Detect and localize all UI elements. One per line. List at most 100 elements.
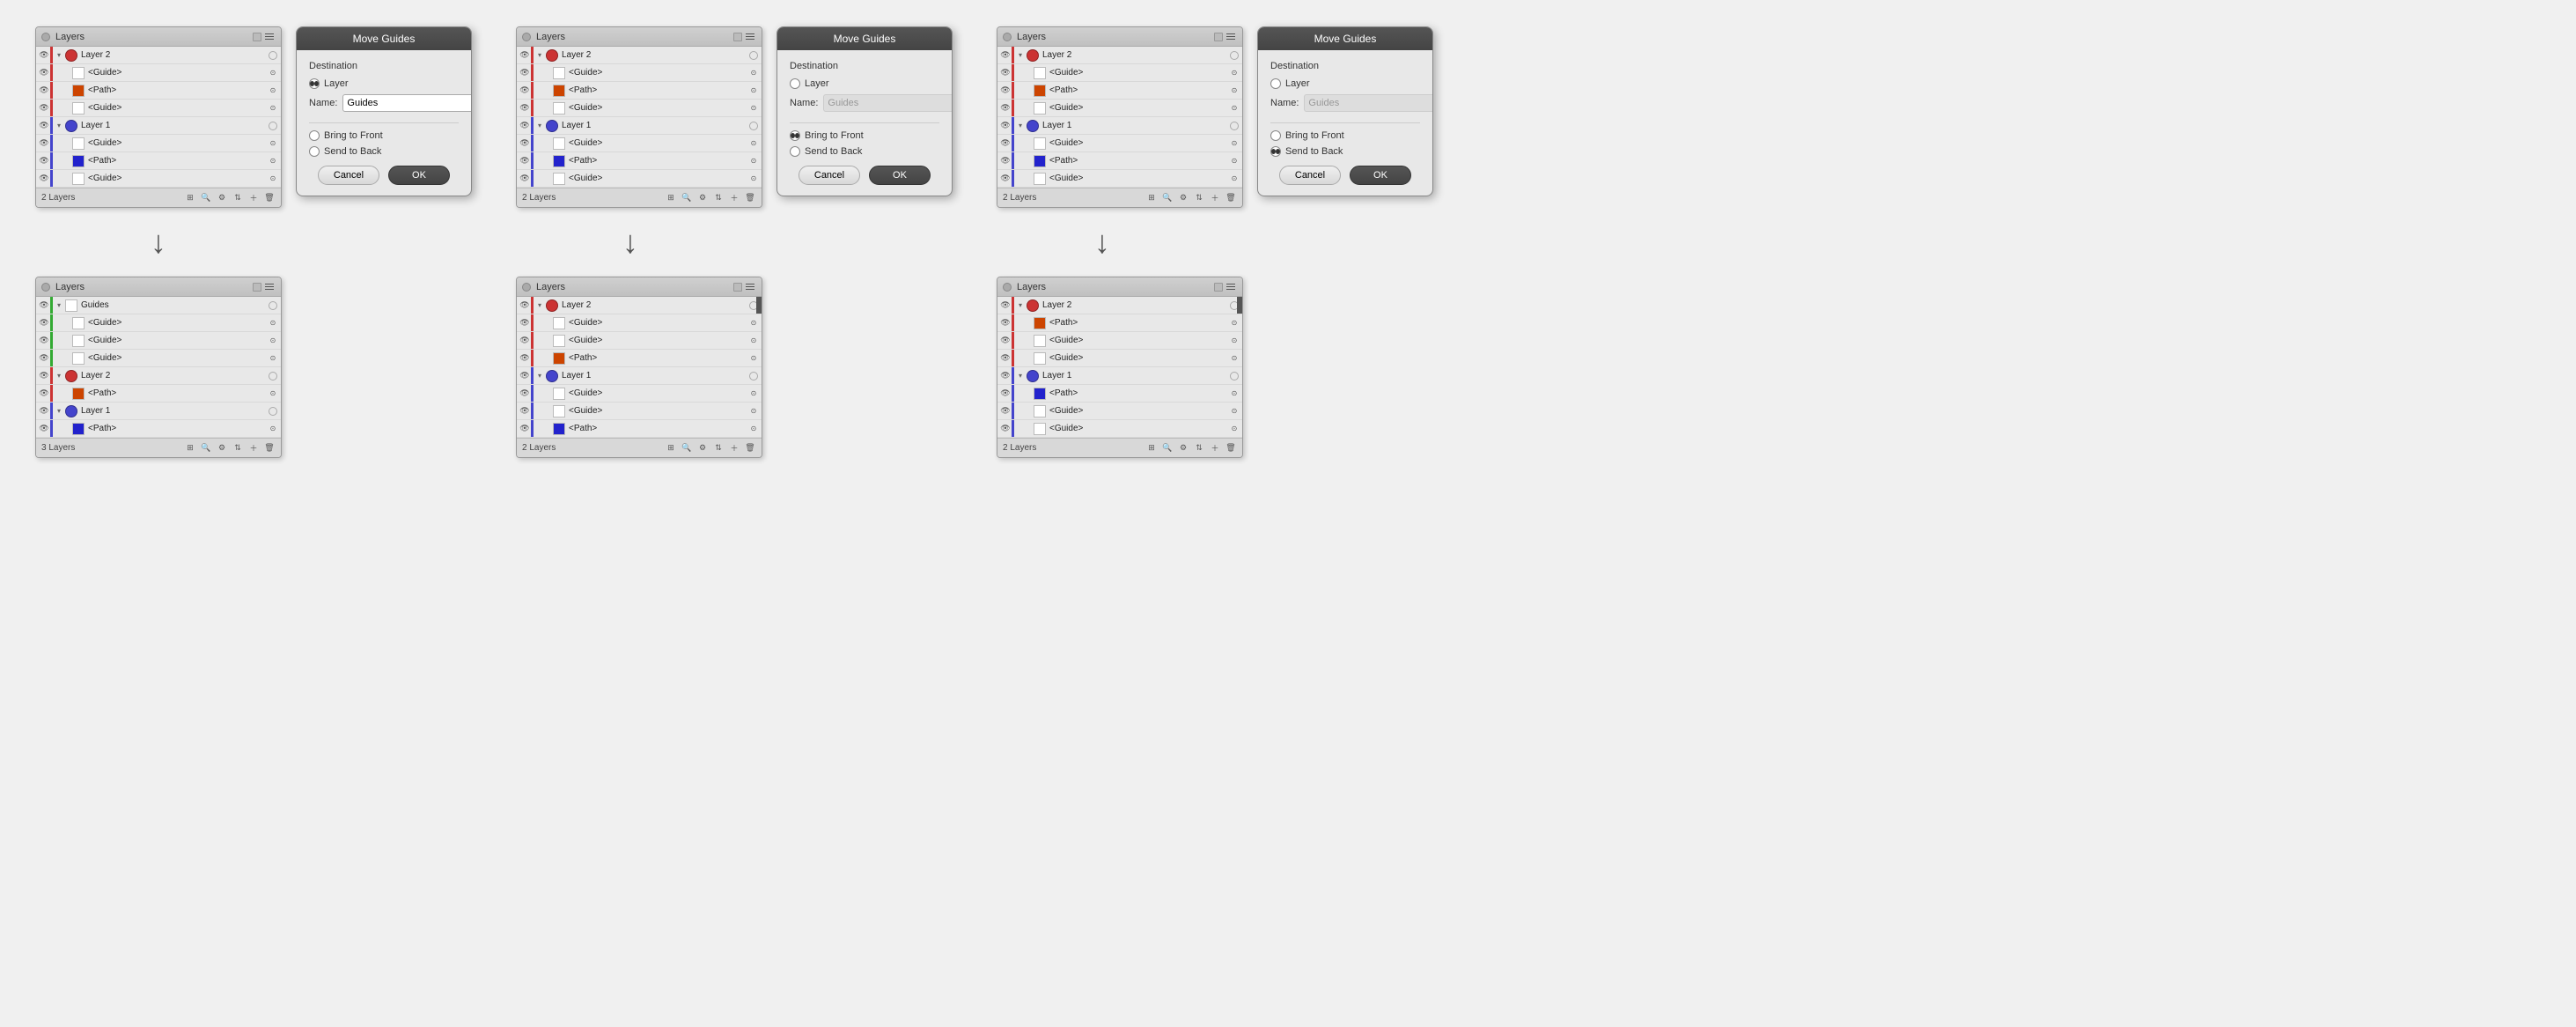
layer-row[interactable]: 👁 ▾ Layer 2 <box>36 47 281 64</box>
eye-icon[interactable]: 👁 <box>999 173 1012 185</box>
layer-row[interactable]: 👁 ▾ Layer 2 <box>36 367 281 385</box>
layer-row[interactable]: 👁 ▾ Layer 2 <box>997 297 1242 314</box>
eye-icon[interactable]: 👁 <box>38 85 50 97</box>
ok-button[interactable]: OK <box>1350 166 1411 185</box>
layer-row[interactable]: 👁 <Guide> ⊙ <box>36 170 281 188</box>
send-back-row[interactable]: Send to Back <box>1270 146 1420 157</box>
new-layer-icon[interactable]: ⊞ <box>665 442 677 454</box>
layer-row[interactable]: 👁 <Guide> ⊙ <box>997 350 1242 367</box>
options-icon[interactable]: ⚙ <box>1177 442 1189 454</box>
delete-icon[interactable]: 🗑 <box>1225 192 1237 204</box>
eye-icon[interactable]: 👁 <box>38 137 50 150</box>
menu-icon[interactable] <box>263 33 276 41</box>
collapse-arrow[interactable]: ▾ <box>55 301 63 310</box>
layer-row[interactable]: 👁 ▾ Layer 1 <box>997 117 1242 135</box>
search-icon[interactable]: 🔍 <box>681 192 693 204</box>
new-layer-icon[interactable]: ⊞ <box>184 442 196 454</box>
add-icon[interactable]: ＋ <box>1209 192 1221 204</box>
eye-icon[interactable]: 👁 <box>38 370 50 382</box>
bring-front-row[interactable]: Bring to Front <box>1270 130 1420 141</box>
collapse-arrow[interactable]: ▾ <box>1016 122 1025 130</box>
layer-row[interactable]: 👁 ▾ Guides <box>36 297 281 314</box>
layer-row[interactable]: 👁 <Guide> ⊙ <box>517 314 762 332</box>
eye-icon[interactable]: 👁 <box>999 317 1012 329</box>
close-button[interactable] <box>1003 283 1012 292</box>
collapse-arrow[interactable]: ▾ <box>535 122 544 130</box>
layer-row[interactable]: 👁 <Path> ⊙ <box>36 385 281 403</box>
eye-icon[interactable]: 👁 <box>999 388 1012 400</box>
eye-icon[interactable]: 👁 <box>519 423 531 435</box>
search-icon[interactable]: 🔍 <box>200 192 212 204</box>
layer-row[interactable]: 👁 <Path> ⊙ <box>517 420 762 438</box>
add-icon[interactable]: ＋ <box>728 192 740 204</box>
eye-icon[interactable]: 👁 <box>519 155 531 167</box>
layer-radio-row[interactable]: Layer <box>1270 78 1420 89</box>
search-icon[interactable]: 🔍 <box>200 442 212 454</box>
eye-icon[interactable]: 👁 <box>999 352 1012 365</box>
eye-icon[interactable]: 👁 <box>999 370 1012 382</box>
eye-icon[interactable]: 👁 <box>519 405 531 417</box>
eye-icon[interactable]: 👁 <box>519 173 531 185</box>
layer-row[interactable]: 👁 <Guide> ⊙ <box>517 64 762 82</box>
eye-icon[interactable]: 👁 <box>519 335 531 347</box>
layer-row[interactable]: 👁 <Path> ⊙ <box>517 350 762 367</box>
close-button[interactable] <box>522 283 531 292</box>
close-button[interactable] <box>41 283 50 292</box>
send-back-row[interactable]: Send to Back <box>790 146 939 157</box>
menu-icon[interactable] <box>1225 33 1237 41</box>
search-icon[interactable]: 🔍 <box>1161 192 1174 204</box>
layer-row[interactable]: 👁 <Guide> ⊙ <box>997 135 1242 152</box>
resize-button[interactable] <box>253 33 261 41</box>
eye-icon[interactable]: 👁 <box>38 388 50 400</box>
layer-row[interactable]: 👁 <Guide> ⊙ <box>997 100 1242 117</box>
delete-icon[interactable]: 🗑 <box>744 192 756 204</box>
layer-row[interactable]: 👁 <Guide> ⊙ <box>997 170 1242 188</box>
move-icon[interactable]: ⇅ <box>232 192 244 204</box>
eye-icon[interactable]: 👁 <box>38 67 50 79</box>
layer-row[interactable]: 👁 <Guide> ⊙ <box>997 64 1242 82</box>
eye-icon[interactable]: 👁 <box>519 67 531 79</box>
send-back-radio[interactable] <box>790 146 800 157</box>
layer-row[interactable]: 👁 <Guide> ⊙ <box>997 332 1242 350</box>
layer-row[interactable]: 👁 <Guide> ⊙ <box>997 420 1242 438</box>
collapse-arrow[interactable]: ▾ <box>535 372 544 381</box>
layer-row[interactable]: 👁 <Path> ⊙ <box>517 152 762 170</box>
eye-icon[interactable]: 👁 <box>38 317 50 329</box>
layer-row[interactable]: 👁 <Path> ⊙ <box>997 152 1242 170</box>
eye-icon[interactable]: 👁 <box>999 155 1012 167</box>
menu-icon[interactable] <box>744 283 756 292</box>
options-icon[interactable]: ⚙ <box>696 192 709 204</box>
bring-front-radio[interactable] <box>790 130 800 141</box>
eye-icon[interactable]: 👁 <box>519 120 531 132</box>
layer-radio[interactable] <box>309 78 320 89</box>
bring-front-radio[interactable] <box>309 130 320 141</box>
layer-radio-row[interactable]: Layer <box>309 78 459 89</box>
resize-button[interactable] <box>733 33 742 41</box>
layer-row[interactable]: 👁 <Path> ⊙ <box>36 82 281 100</box>
layer-row[interactable]: 👁 ▾ Layer 1 <box>997 367 1242 385</box>
eye-icon[interactable]: 👁 <box>519 85 531 97</box>
eye-icon[interactable]: 👁 <box>519 370 531 382</box>
collapse-arrow[interactable]: ▾ <box>535 51 544 60</box>
cancel-button[interactable]: Cancel <box>318 166 379 185</box>
layer-row[interactable]: 👁 <Guide> ⊙ <box>36 314 281 332</box>
options-icon[interactable]: ⚙ <box>696 442 709 454</box>
eye-icon[interactable]: 👁 <box>999 102 1012 115</box>
layer-row[interactable]: 👁 <Path> ⊙ <box>36 152 281 170</box>
layer-row[interactable]: 👁 ▾ Layer 2 <box>517 47 762 64</box>
eye-icon[interactable]: 👁 <box>999 423 1012 435</box>
menu-icon[interactable] <box>744 33 756 41</box>
options-icon[interactable]: ⚙ <box>216 192 228 204</box>
send-back-radio[interactable] <box>1270 146 1281 157</box>
layer-row[interactable]: 👁 <Path> ⊙ <box>36 420 281 438</box>
collapse-arrow[interactable]: ▾ <box>1016 372 1025 381</box>
eye-icon[interactable]: 👁 <box>519 49 531 62</box>
layer-row[interactable]: 👁 <Guide> ⊙ <box>36 350 281 367</box>
layer-row[interactable]: 👁 ▾ Layer 1 <box>517 117 762 135</box>
eye-icon[interactable]: 👁 <box>519 388 531 400</box>
layer-radio[interactable] <box>790 78 800 89</box>
collapse-arrow[interactable]: ▾ <box>1016 301 1025 310</box>
layer-row[interactable]: 👁 <Guide> ⊙ <box>36 332 281 350</box>
eye-icon[interactable]: 👁 <box>38 335 50 347</box>
add-icon[interactable]: ＋ <box>247 442 260 454</box>
